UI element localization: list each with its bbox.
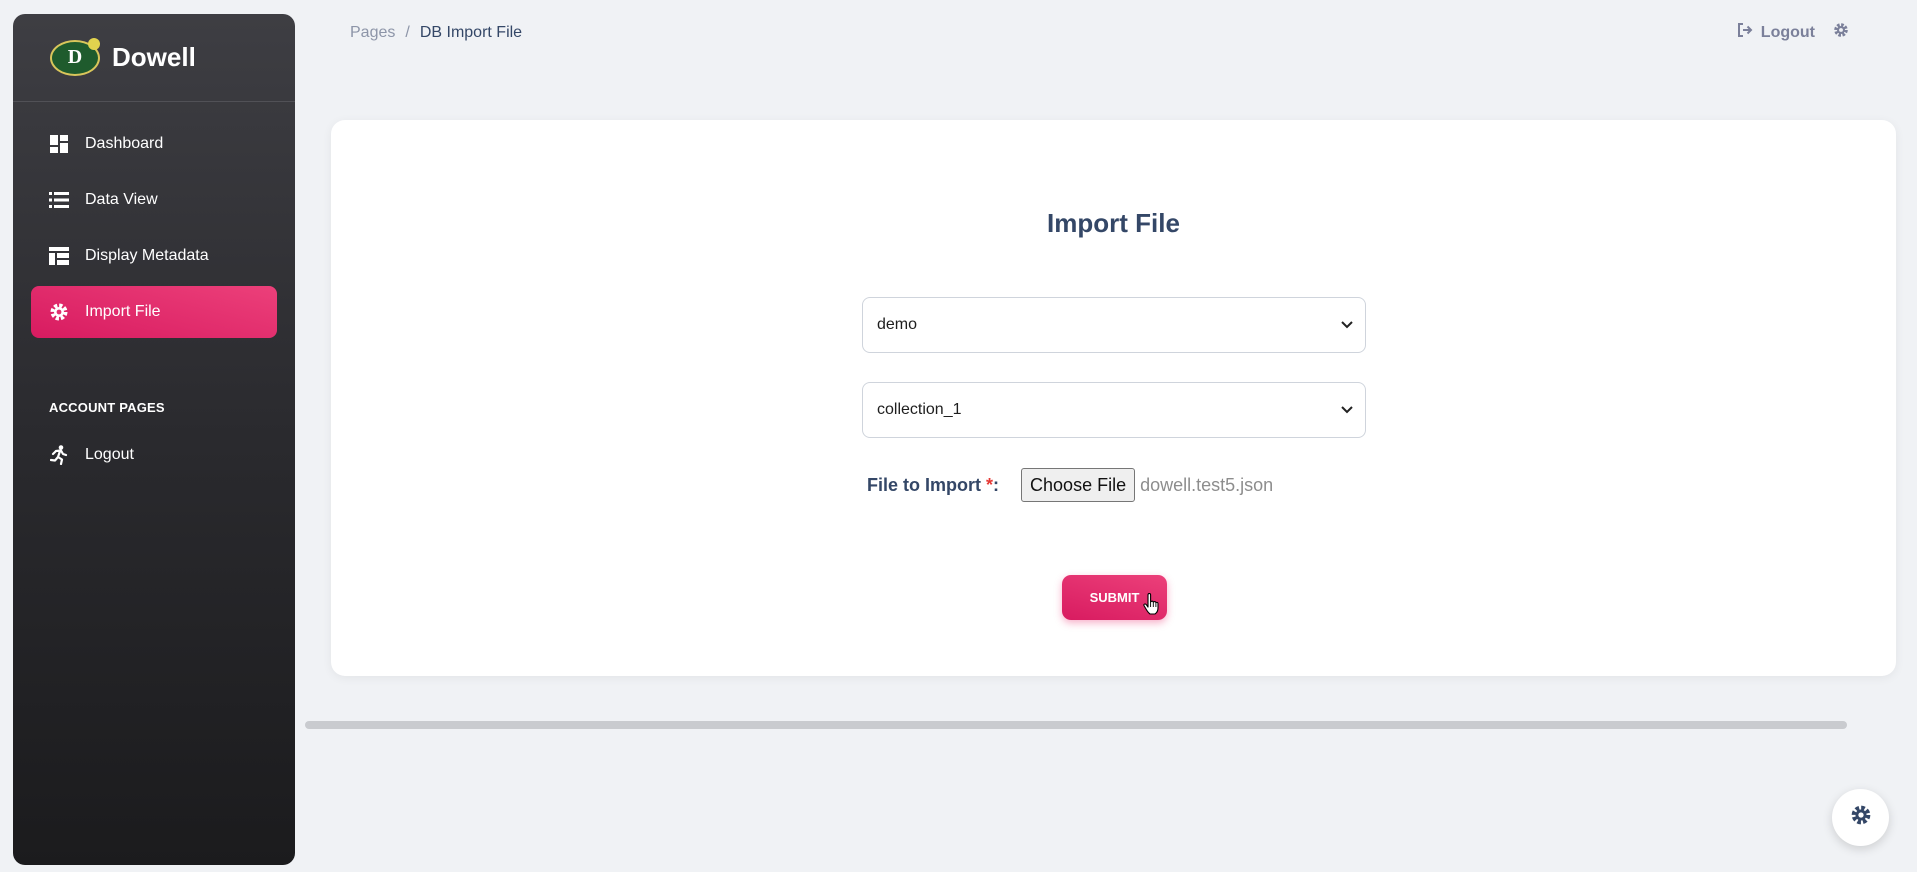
breadcrumb-current: DB Import File bbox=[419, 24, 523, 41]
section-title-account-pages: ACCOUNT PAGES bbox=[49, 400, 165, 415]
topbar-logout-button[interactable]: Logout bbox=[1737, 23, 1815, 42]
sidebar-item-data-view[interactable]: Data View bbox=[31, 174, 277, 226]
sidebar-item-label: Display Metadata bbox=[85, 247, 209, 264]
collection-select[interactable]: collection_1 bbox=[862, 382, 1366, 438]
sidebar-item-logout[interactable]: Logout bbox=[31, 429, 277, 481]
choose-file-button[interactable]: Choose File bbox=[1021, 468, 1136, 502]
breadcrumb-pages-link[interactable]: Pages bbox=[350, 24, 395, 42]
sidebar-nav: Dashboard Data View Display Metadata Imp… bbox=[13, 102, 295, 338]
dashboard-icon bbox=[49, 134, 69, 154]
selected-file-name: dowell.test5.json bbox=[1140, 474, 1274, 495]
sign-out-icon bbox=[1737, 23, 1753, 42]
sidebar: D Dowell Dashboard Data View Display Met… bbox=[13, 14, 295, 865]
file-to-import-label: File to Import *: bbox=[867, 474, 1000, 495]
collection-select-value: collection_1 bbox=[877, 401, 962, 418]
topbar-logout-label: Logout bbox=[1760, 23, 1815, 41]
gear-icon bbox=[49, 302, 69, 322]
form-title: Import File bbox=[1047, 208, 1180, 238]
chevron-down-icon bbox=[1341, 316, 1353, 334]
sidebar-item-import-file[interactable]: Import File bbox=[31, 286, 277, 338]
sidebar-item-label: Dashboard bbox=[85, 135, 164, 152]
database-select[interactable]: demo bbox=[862, 297, 1366, 353]
sidebar-item-label: Data View bbox=[85, 191, 158, 208]
breadcrumb-separator: / bbox=[405, 24, 410, 41]
running-person-icon bbox=[49, 445, 69, 465]
list-icon bbox=[49, 190, 69, 210]
sidebar-item-label: Logout bbox=[85, 446, 134, 463]
sidebar-item-dashboard[interactable]: Dashboard bbox=[31, 118, 277, 170]
file-import-row: File to Import *: Choose File dowell.tes… bbox=[867, 468, 1273, 502]
brand-name: Dowell bbox=[112, 42, 196, 72]
table-icon bbox=[49, 246, 69, 266]
database-select-value: demo bbox=[877, 316, 918, 333]
account-nav: Logout bbox=[13, 429, 295, 481]
dowell-logo: D bbox=[50, 37, 100, 76]
breadcrumb: Pages / DB Import File bbox=[350, 24, 522, 42]
topbar-actions: Logout bbox=[1737, 22, 1849, 43]
brand[interactable]: D Dowell bbox=[13, 14, 295, 102]
floating-settings-button[interactable] bbox=[1832, 789, 1889, 846]
sidebar-item-label: Import File bbox=[85, 303, 161, 320]
settings-gear-icon[interactable] bbox=[1833, 22, 1849, 43]
horizontal-scrollbar[interactable] bbox=[305, 721, 1847, 729]
import-file-card: Import File demo collection_1 File to Im… bbox=[331, 120, 1896, 676]
required-asterisk: * bbox=[986, 474, 994, 495]
gear-icon bbox=[1850, 804, 1872, 831]
chevron-down-icon bbox=[1341, 401, 1353, 419]
hand-pointer-cursor-icon bbox=[1143, 592, 1159, 620]
sidebar-item-display-metadata[interactable]: Display Metadata bbox=[31, 230, 277, 282]
